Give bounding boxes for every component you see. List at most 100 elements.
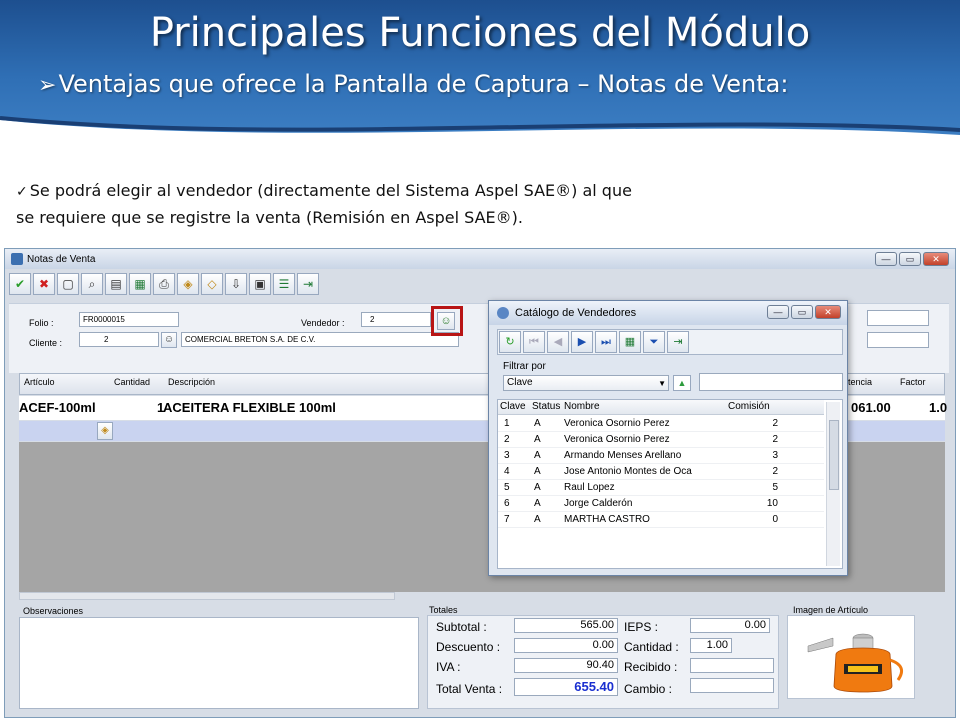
- table-row[interactable]: 2 A Veronica Osornio Perez 2: [498, 432, 824, 448]
- excel-export-icon[interactable]: ▦: [619, 331, 641, 353]
- cell-clave: 3: [504, 450, 510, 461]
- article-lookup-icon[interactable]: ◈: [97, 422, 113, 440]
- app-icon: [11, 253, 23, 265]
- window-title: Notas de Venta: [27, 253, 96, 265]
- col-descripcion: Descripción: [168, 377, 216, 387]
- col-status: Status: [532, 401, 561, 412]
- filter-icon[interactable]: ⏷: [643, 331, 665, 353]
- cell-comision: 10: [766, 498, 778, 509]
- extra-field-1[interactable]: [867, 310, 929, 326]
- cell-comision: 0: [772, 514, 778, 525]
- totales-label: Totales: [429, 605, 458, 615]
- first-record-icon[interactable]: ⏮: [523, 331, 545, 353]
- vendedor-highlight-box: [431, 306, 463, 336]
- maximize-button[interactable]: ▭: [899, 252, 921, 266]
- cell-descripcion: ACEITERA FLEXIBLE 100ml: [163, 400, 336, 415]
- oil-can-image: [807, 633, 904, 693]
- scrollbar-thumb[interactable]: [829, 420, 839, 490]
- ieps-label: IEPS :: [624, 620, 659, 634]
- dialog-toolbar: ↻ ⏮ ◀ ▶ ⏭ ▦ ⏷ ⇥: [497, 329, 843, 355]
- header-swoosh: [0, 116, 960, 170]
- cell-clave: 1: [504, 418, 510, 429]
- last-record-icon[interactable]: ⏭: [595, 331, 617, 353]
- bullet-line-2: se requiere que se registre la venta (Re…: [16, 208, 523, 227]
- exit-dialog-icon[interactable]: ⇥: [667, 331, 689, 353]
- cell-nombre: Jose Antonio Montes de Oca: [564, 466, 692, 477]
- observaciones-textarea[interactable]: [19, 617, 419, 709]
- table-row[interactable]: 7 A MARTHA CASTRO 0: [498, 512, 824, 528]
- delete-icon[interactable]: ✖: [33, 273, 55, 295]
- cell-nombre: Veronica Osornio Perez: [564, 418, 670, 429]
- window-controls: — ▭ ✕: [875, 252, 949, 266]
- main-toolbar: ✔ ✖ ▢ ⌕ ▤ ▦ ⎙ ◈ ◇ ⇩ ▣ ☰ ⇥: [9, 273, 319, 297]
- exit-icon[interactable]: ⇥: [297, 273, 319, 295]
- vendedores-table-header: Clave Status Nombre Comisión: [498, 400, 824, 415]
- col-existencia: tencia: [848, 377, 873, 387]
- arrow-bullet-icon: ➢: [38, 73, 57, 98]
- cell-clave: 2: [504, 434, 510, 445]
- refresh-icon[interactable]: ↻: [499, 331, 521, 353]
- folio-input[interactable]: FR0000015: [79, 312, 179, 327]
- col-factor: Factor: [900, 377, 926, 387]
- cell-nombre: Armando Menses Arellano: [564, 450, 682, 461]
- calculator-icon[interactable]: ▣: [249, 273, 271, 295]
- bullet-line-1: Se podrá elegir al vendedor (directament…: [29, 181, 632, 200]
- check-icon[interactable]: ✔: [9, 273, 31, 295]
- import-icon[interactable]: ⇩: [225, 273, 247, 295]
- new-icon[interactable]: ▢: [57, 273, 79, 295]
- document-icon[interactable]: ▤: [105, 273, 127, 295]
- box-open-icon[interactable]: ◇: [201, 273, 223, 295]
- cell-comision: 2: [772, 466, 778, 477]
- vendedor-input[interactable]: 2: [361, 312, 431, 327]
- previous-record-icon[interactable]: ◀: [547, 331, 569, 353]
- dialog-minimize-button[interactable]: —: [767, 305, 789, 319]
- cell-status: A: [534, 466, 541, 477]
- list-icon[interactable]: ☰: [273, 273, 295, 295]
- folio-label: Folio :: [29, 318, 54, 328]
- cell-nombre: Raul Lopez: [564, 482, 615, 493]
- table-row[interactable]: 4 A Jose Antonio Montes de Oca 2: [498, 464, 824, 480]
- extra-field-2[interactable]: [867, 332, 929, 348]
- catalog-icon: [497, 307, 509, 319]
- cliente-input[interactable]: 2: [79, 332, 159, 347]
- cliente-name-field: COMERCIAL BRETON S.A. DE C.V.: [181, 332, 459, 347]
- sort-up-icon[interactable]: ▲: [673, 375, 691, 391]
- print-icon[interactable]: ⎙: [153, 273, 175, 295]
- close-button[interactable]: ✕: [923, 252, 949, 266]
- cell-clave: 7: [504, 514, 510, 525]
- cell-nombre: Veronica Osornio Perez: [564, 434, 670, 445]
- dialog-controls: — ▭ ✕: [767, 305, 841, 319]
- cell-existencia: 061.00: [851, 400, 891, 415]
- filter-select[interactable]: Clave ▼: [503, 375, 669, 391]
- cell-status: A: [534, 450, 541, 461]
- horizontal-scrollbar[interactable]: [19, 592, 395, 600]
- minimize-button[interactable]: —: [875, 252, 897, 266]
- slide-subtitle-text: Ventajas que ofrece la Pantalla de Captu…: [58, 70, 789, 98]
- observaciones-label: Observaciones: [23, 606, 84, 616]
- vertical-scrollbar[interactable]: [826, 402, 840, 566]
- cliente-lookup-icon[interactable]: ☺: [161, 332, 177, 348]
- cell-status: A: [534, 418, 541, 429]
- dialog-close-button[interactable]: ✕: [815, 305, 841, 319]
- vendedor-label: Vendedor :: [301, 318, 345, 328]
- search-icon[interactable]: ⌕: [81, 273, 103, 295]
- box-icon[interactable]: ◈: [177, 273, 199, 295]
- cell-status: A: [534, 514, 541, 525]
- dialog-maximize-button[interactable]: ▭: [791, 305, 813, 319]
- cell-status: A: [534, 482, 541, 493]
- article-image: [787, 615, 915, 699]
- filter-search-input[interactable]: [699, 373, 843, 391]
- recibido-input[interactable]: [690, 658, 774, 673]
- table-row[interactable]: 5 A Raul Lopez 5: [498, 480, 824, 496]
- recibido-label: Recibido :: [624, 660, 678, 674]
- next-record-icon[interactable]: ▶: [571, 331, 593, 353]
- table-row[interactable]: 3 A Armando Menses Arellano 3: [498, 448, 824, 464]
- filter-select-value: Clave: [507, 377, 533, 388]
- excel-icon[interactable]: ▦: [129, 273, 151, 295]
- table-row[interactable]: 6 A Jorge Calderón 10: [498, 496, 824, 512]
- cell-status: A: [534, 498, 541, 509]
- table-row[interactable]: 1 A Veronica Osornio Perez 2: [498, 416, 824, 432]
- cell-articulo: ACEF-100ml: [19, 400, 96, 415]
- totales-panel: Subtotal : 565.00 Descuento : 0.00 IVA :…: [427, 615, 779, 709]
- col-articulo: Artículo: [24, 377, 55, 387]
